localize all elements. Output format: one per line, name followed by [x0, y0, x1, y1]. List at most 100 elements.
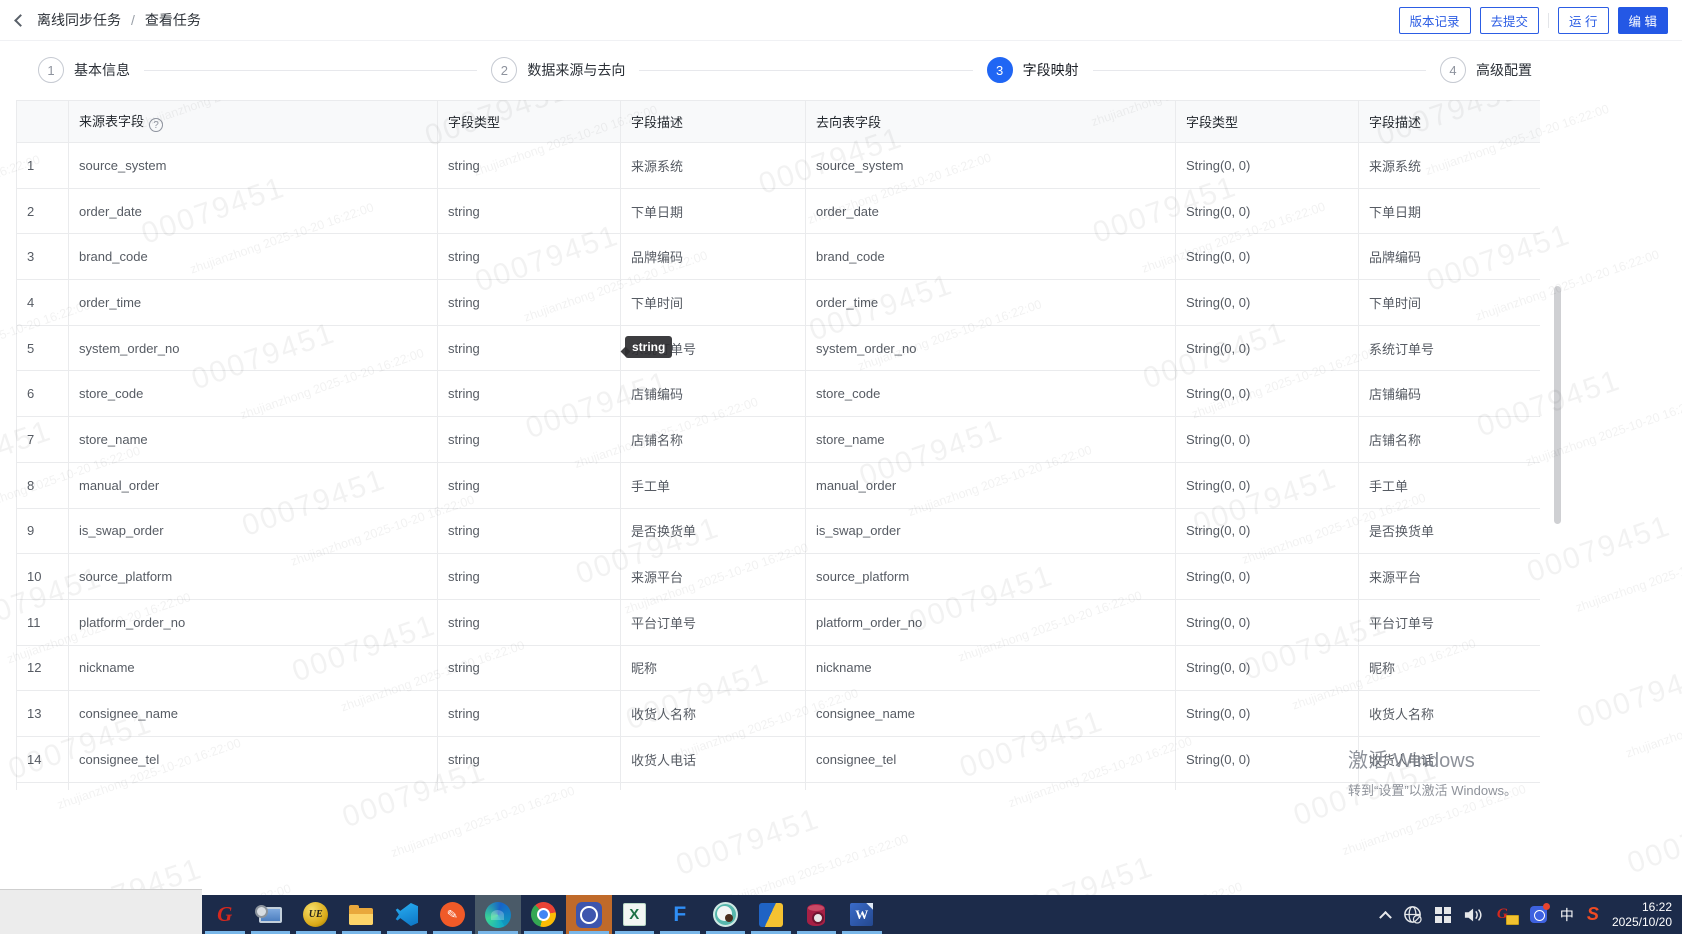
edge-icon [484, 901, 511, 928]
source-field-cell: platform_order_no [68, 598, 438, 646]
run-button[interactable]: 运 行 [1558, 6, 1609, 34]
step-connector [144, 69, 478, 71]
target-type-cell: String(0, 0) [1175, 279, 1359, 326]
target-field-cell: consignee_tel [805, 735, 1176, 783]
clock-time: 16:22 [1641, 899, 1672, 914]
topbar: 离线同步任务 / 查看任务 版本记录 去提交 运 行 编 辑 [0, 0, 1682, 40]
system-tool-app[interactable] [248, 895, 294, 934]
source-desc-cell: 下单时间 [620, 279, 806, 326]
ime-chinese-indicator[interactable]: 中 [1560, 905, 1574, 925]
target-field-cell: store_name [805, 416, 1176, 463]
source-desc-cell: 来源平台 [620, 553, 806, 600]
dingtalk-tray-icon[interactable] [1529, 903, 1550, 923]
tray-expand-icon[interactable] [1379, 910, 1392, 924]
table-row: 8 manual_order string 手工单 manual_order S… [16, 461, 1540, 509]
target-type-cell: String(0, 0) [1175, 461, 1359, 509]
system-tool-icon [254, 904, 282, 923]
target-type-cell: String(0, 0) [1175, 416, 1359, 463]
source-type-cell: string [437, 370, 621, 418]
step-4-circle: 4 [1439, 57, 1466, 83]
source-field-cell: source_platform [68, 553, 438, 600]
excel-icon: X [622, 903, 646, 926]
target-type-cell: String(0, 0) [1175, 690, 1359, 737]
table-row: 7 store_name string 店铺名称 store_name Stri… [16, 416, 1540, 463]
file-explorer-icon [349, 904, 374, 925]
target-type-cell: String(0, 0) [1175, 187, 1359, 235]
source-type-cell: string [437, 735, 621, 783]
breadcrumb-item-view-task: 查看任务 [144, 12, 201, 28]
feishu-app[interactable]: F [657, 895, 703, 934]
field-mapping-table: 来源表字段? 字段类型 字段描述 去向表字段 字段类型 字段描述 1 sourc… [16, 100, 1540, 790]
row-index-cell: 1 [16, 142, 69, 189]
step-connector [1092, 69, 1426, 71]
step-advanced-config[interactable]: 4 高级配置 [1439, 57, 1532, 83]
source-field-cell: order_time [68, 279, 438, 326]
step-3-label: 字段映射 [1022, 62, 1079, 78]
sunlogin-icon: G [217, 902, 232, 927]
sunlogin-app[interactable]: G [202, 895, 248, 934]
database-tool-icon [807, 903, 826, 926]
row-index-cell: 5 [16, 324, 69, 372]
row-index-cell: 2 [16, 187, 69, 235]
edit-button[interactable]: 编 辑 [1617, 6, 1668, 34]
step-source-target[interactable]: 2 数据来源与去向 [491, 57, 625, 83]
database-tool-app[interactable] [794, 895, 840, 934]
target-field-cell: consignee_name [805, 690, 1176, 737]
breadcrumb-item-offline-sync-tasks[interactable]: 离线同步任务 [37, 10, 121, 30]
target-desc-cell: 系统订单号 [1358, 324, 1540, 372]
table-row: 13 consignee_name string 收货人名称 consignee… [16, 690, 1540, 737]
kettle-icon [758, 902, 783, 927]
submit-button[interactable]: 去提交 [1479, 6, 1540, 34]
taskbar-left-panel[interactable] [0, 889, 202, 934]
source-field-cell: system_order_no [68, 324, 438, 372]
step-field-mapping[interactable]: 3 字段映射 [986, 57, 1079, 83]
watermark-tile: 00079451zhujianzhong 2025-10-20 16:22:00 [0, 609, 3, 848]
edge-app[interactable] [475, 895, 521, 934]
excel-app[interactable]: X [612, 895, 658, 934]
file-explorer-app[interactable] [339, 895, 385, 934]
help-icon[interactable]: ? [149, 118, 164, 133]
target-desc-cell: 收货人名称 [1358, 690, 1540, 737]
target-desc-cell: 昵称 [1358, 644, 1540, 692]
target-type-cell: String(0, 0) [1175, 324, 1359, 372]
vscode-app[interactable] [384, 895, 430, 934]
table-row: 14 consignee_tel string 收货人电话 consignee_… [16, 735, 1540, 783]
dbeaver-app[interactable] [703, 895, 749, 934]
back-icon[interactable] [14, 13, 27, 27]
source-field-cell: store_code [68, 370, 438, 418]
table-header-row: 来源表字段? 字段类型 字段描述 去向表字段 字段类型 字段描述 [16, 100, 1540, 143]
chrome-app[interactable] [521, 895, 567, 934]
source-type-cell: string [437, 416, 621, 463]
taskbar-apps: G UE ✎ X F W [202, 895, 885, 934]
source-desc-cell: 是否换货单 [620, 507, 806, 555]
pen-app-app[interactable]: ✎ [430, 895, 476, 934]
page-scrollbar-thumb[interactable] [1554, 286, 1561, 524]
task-view-icon[interactable] [1434, 906, 1451, 923]
taskbar-clock[interactable]: 16:22 2025/10/20 [1612, 900, 1672, 930]
target-desc-cell: 店铺名称 [1358, 416, 1540, 463]
target-desc-header: 字段描述 [1358, 100, 1540, 143]
target-desc-cell: 品牌编码 [1358, 233, 1540, 281]
version-history-button[interactable]: 版本记录 [1398, 6, 1471, 34]
dingtalk-app[interactable] [566, 895, 612, 934]
volume-icon[interactable] [1464, 906, 1484, 924]
row-index-cell: 13 [16, 690, 69, 737]
pen-app-icon: ✎ [439, 902, 465, 927]
word-app[interactable]: W [839, 895, 885, 934]
network-globe-icon[interactable] [1403, 905, 1422, 924]
word-icon: W [850, 903, 874, 926]
ultraedit-app[interactable]: UE [293, 895, 339, 934]
target-field-cell: order_time [805, 279, 1176, 326]
target-type-cell: String(0, 0) [1175, 507, 1359, 555]
table-row-partial [16, 781, 1540, 790]
sogou-input-icon[interactable]: S [1587, 904, 1599, 925]
step-basic-info[interactable]: 1 基本信息 [38, 57, 130, 83]
sunlogin-mail-tray-icon[interactable]: G [1497, 905, 1519, 925]
target-type-cell: String(0, 0) [1175, 553, 1359, 600]
source-desc-cell: 店铺编码 [620, 370, 806, 418]
source-field-cell: source_system [68, 142, 438, 189]
kettle-app[interactable] [748, 895, 794, 934]
target-field-cell: store_code [805, 370, 1176, 418]
index-header [16, 100, 69, 143]
source-field-cell: is_swap_order [68, 507, 438, 555]
